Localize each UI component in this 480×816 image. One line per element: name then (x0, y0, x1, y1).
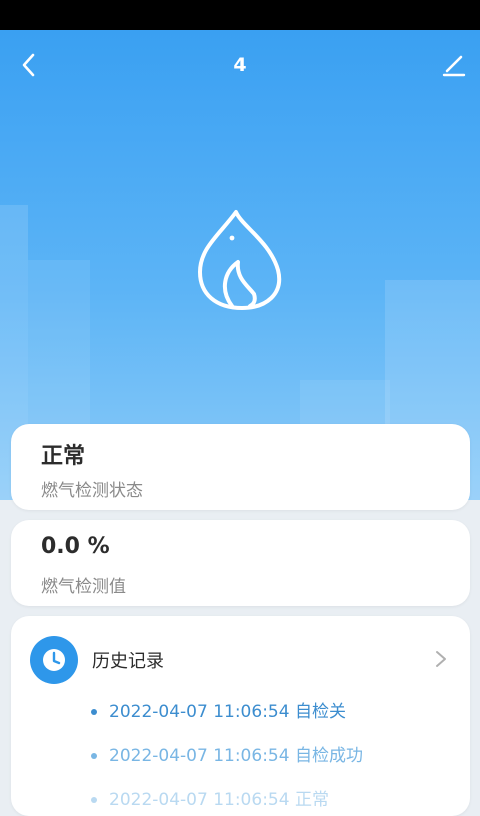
pencil-icon (442, 55, 466, 77)
history-icon-badge (30, 636, 78, 684)
status-bar (0, 0, 480, 30)
edit-button[interactable] (438, 50, 468, 80)
history-record: 2022-04-07 11:06:54 自检成功 (91, 741, 363, 766)
history-card[interactable]: 历史记录 2022-04-07 11:06:54 自检关 2022-04-07 … (11, 616, 470, 816)
page-title: 4 (233, 54, 247, 76)
gas-status-value: 正常 (41, 444, 86, 469)
gas-status-label: 燃气检测状态 (41, 481, 143, 501)
record-text: 2022-04-07 11:06:54 正常 (109, 790, 329, 810)
history-record: 2022-04-07 11:06:54 自检关 (91, 697, 346, 722)
gas-value: 0.0 % (41, 534, 110, 559)
clock-icon (43, 649, 65, 671)
record-text: 2022-04-07 11:06:54 自检成功 (109, 746, 363, 766)
history-record: 2022-04-07 11:06:54 正常 (91, 785, 329, 810)
chevron-right-icon (436, 651, 446, 667)
history-title: 历史记录 (92, 651, 164, 672)
gas-value-label: 燃气检测值 (41, 577, 126, 597)
flame-icon (198, 210, 282, 310)
record-dot (91, 753, 97, 759)
record-dot (91, 709, 97, 715)
history-more-button[interactable] (431, 648, 451, 670)
top-bar: 4 (0, 30, 480, 100)
gas-value-card: 0.0 % 燃气检测值 (11, 520, 470, 606)
gas-status-card: 正常 燃气检测状态 (11, 424, 470, 510)
record-text: 2022-04-07 11:06:54 自检关 (109, 702, 346, 722)
record-dot (91, 797, 97, 803)
